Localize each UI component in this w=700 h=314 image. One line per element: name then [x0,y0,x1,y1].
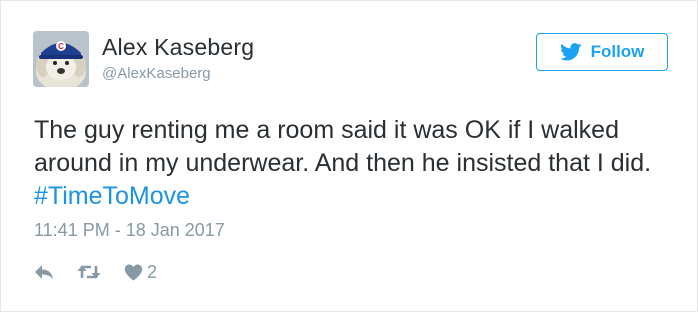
retweet-button[interactable] [76,263,102,281]
reply-icon [35,265,53,279]
user-name[interactable]: Alex Kaseberg [102,34,254,61]
plush-dog-avatar-icon: C [33,31,89,87]
twitter-bird-icon [559,43,582,61]
retweet-icon [77,265,101,279]
follow-button-label: Follow [590,42,645,61]
tweet-card: C Alex Kaseberg @AlexKaseberg Follow The… [0,0,698,312]
user-handle[interactable]: @AlexKaseberg [102,65,211,82]
avatar[interactable]: C [33,31,89,87]
hashtag-link[interactable]: #TimeToMove [34,182,190,210]
tweet-actions: 2 [34,259,157,285]
like-count: 2 [147,261,158,282]
tweet-timestamp[interactable]: 11:41 PM - 18 Jan 2017 [34,220,225,241]
like-button[interactable]: 2 [124,262,157,283]
tweet-text: The guy renting me a room said it was OK… [34,114,684,213]
heart-icon [124,263,143,281]
follow-button[interactable]: Follow [536,33,668,71]
svg-text:C: C [58,42,64,51]
reply-button[interactable] [34,264,54,280]
tweet-body: The guy renting me a room said it was OK… [34,116,652,177]
